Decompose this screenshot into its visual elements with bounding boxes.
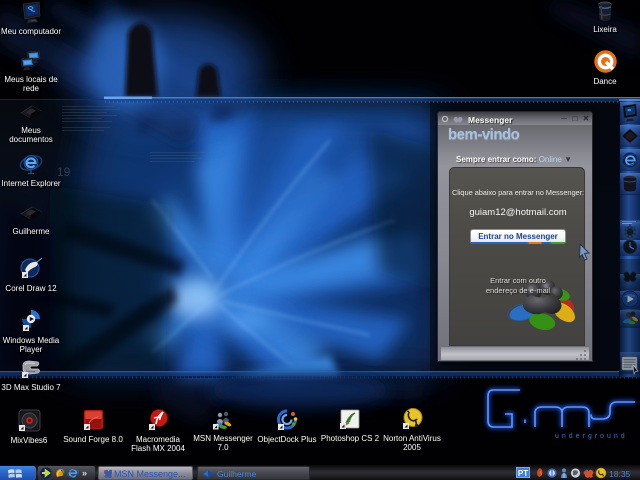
svg-text:underground: underground xyxy=(555,433,628,440)
